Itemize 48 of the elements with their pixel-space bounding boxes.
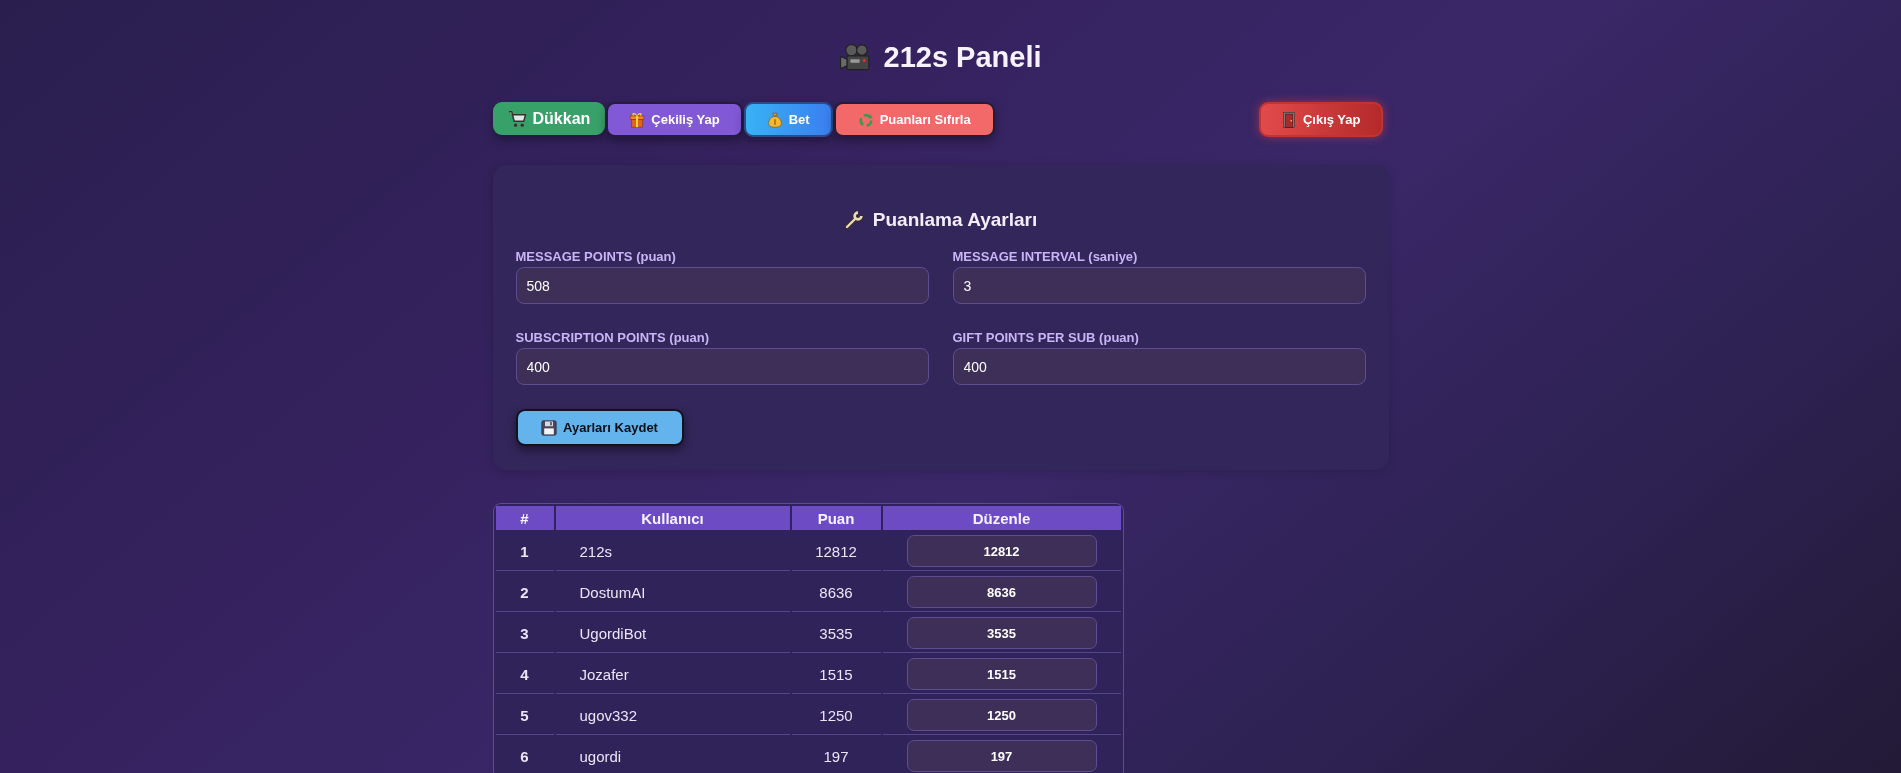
user-cell: Jozafer bbox=[555, 655, 790, 694]
points-input[interactable]: 197 bbox=[906, 740, 1097, 772]
user-cell: UgordiBot bbox=[555, 614, 790, 653]
points-cell: 1515 bbox=[791, 655, 881, 694]
settings-title: Puanlama Ayarları bbox=[872, 208, 1038, 232]
rank-cell: 6 bbox=[495, 737, 554, 773]
column-header: Kullanıcı bbox=[555, 506, 790, 530]
door-icon bbox=[1280, 111, 1297, 128]
logout-button[interactable]: Çıkış Yap bbox=[1258, 102, 1383, 137]
input-field[interactable]: 3 bbox=[952, 267, 1366, 304]
points-cell: 1250 bbox=[791, 696, 881, 735]
rank-cell: 5 bbox=[495, 696, 554, 735]
money-bag-icon bbox=[766, 111, 783, 128]
points-input[interactable]: 3535 bbox=[906, 617, 1097, 649]
user-cell: DostumAI bbox=[555, 573, 790, 612]
rank-cell: 4 bbox=[495, 655, 554, 694]
raffle-button[interactable]: Çekiliş Yap bbox=[606, 102, 743, 137]
column-header: Puan bbox=[791, 506, 881, 530]
field-label: GIFT POINTS PER SUB (puan) bbox=[952, 329, 1140, 347]
points-cell: 8636 bbox=[791, 573, 881, 612]
column-header: Düzenle bbox=[882, 506, 1121, 530]
user-cell: 212s bbox=[555, 532, 790, 571]
field-label: SUBSCRIPTION POINTS (puan) bbox=[515, 329, 711, 347]
save-button[interactable]: Ayarları Kaydet bbox=[515, 409, 684, 446]
points-input[interactable]: 12812 bbox=[906, 535, 1097, 567]
video-camera-icon bbox=[839, 43, 870, 71]
input-field[interactable]: 400 bbox=[515, 348, 929, 385]
points-cell: 197 bbox=[791, 737, 881, 773]
points-input[interactable]: 8636 bbox=[906, 576, 1097, 608]
gift-icon bbox=[629, 111, 646, 128]
page-title: 212s Paneli bbox=[883, 40, 1042, 75]
user-cell: ugordi bbox=[555, 737, 790, 773]
rank-cell: 2 bbox=[495, 573, 554, 612]
points-input[interactable]: 1515 bbox=[906, 658, 1097, 690]
field-label: MESSAGE POINTS (puan) bbox=[515, 248, 677, 266]
points-cell: 12812 bbox=[791, 532, 881, 571]
points-input[interactable]: 1250 bbox=[906, 699, 1097, 731]
cart-icon bbox=[507, 109, 527, 128]
rank-cell: 1 bbox=[495, 532, 554, 571]
field-label: MESSAGE INTERVAL (saniye) bbox=[952, 248, 1139, 266]
input-field[interactable]: 400 bbox=[952, 348, 1366, 385]
points-cell: 3535 bbox=[791, 614, 881, 653]
recycle-icon bbox=[857, 111, 874, 128]
input-field[interactable]: 508 bbox=[515, 267, 929, 304]
wrench-icon bbox=[843, 210, 864, 230]
column-header: # bbox=[495, 506, 554, 530]
rank-cell: 3 bbox=[495, 614, 554, 653]
user-cell: ugov332 bbox=[555, 696, 790, 735]
